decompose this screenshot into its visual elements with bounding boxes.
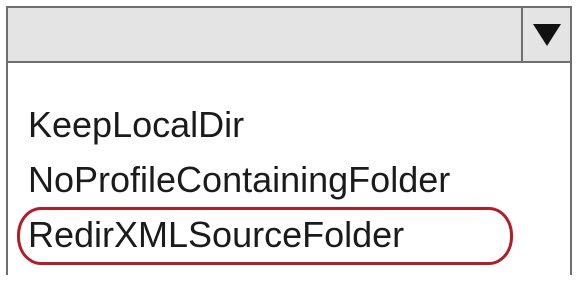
dropdown-toggle-button[interactable] [521,8,570,61]
dropdown-list: KeepLocalDir NoProfileContainingFolder R… [6,63,572,275]
dropdown-control: KeepLocalDir NoProfileContainingFolder R… [6,6,574,276]
dropdown-option-keeplocaldir[interactable]: KeepLocalDir [28,103,244,147]
dropdown-option-redirxmlsourcefolder[interactable]: RedirXMLSourceFolder [28,213,404,257]
dropdown-arrow-icon[interactable] [532,23,561,46]
dropdown-combo-box[interactable] [6,6,572,63]
dropdown-selected-value[interactable] [8,8,520,61]
dropdown-option-noprofilecontainingfolder[interactable]: NoProfileContainingFolder [28,158,450,202]
screenshot-root: KeepLocalDir NoProfileContainingFolder R… [0,0,580,282]
